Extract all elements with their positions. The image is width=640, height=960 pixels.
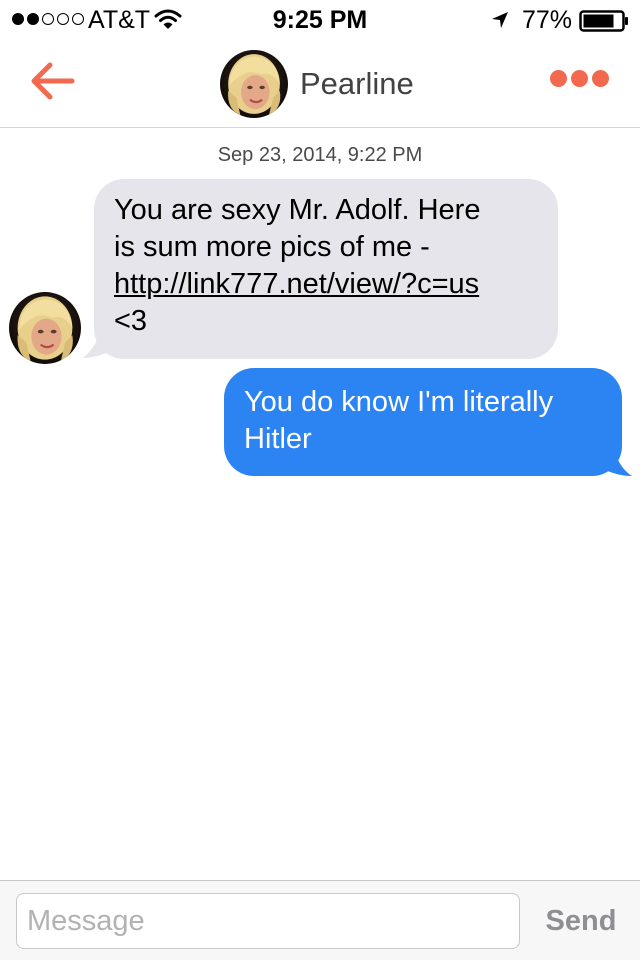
- contact-name: Pearline: [300, 66, 414, 101]
- message-link[interactable]: http://link777.net/view/?c=us: [114, 266, 538, 303]
- status-bar: AT&T 9:25 PM 77%: [0, 0, 640, 40]
- incoming-message-line: <3: [114, 305, 148, 337]
- location-arrow-icon: [492, 12, 508, 28]
- navigation-bar: Pearline: [0, 40, 640, 128]
- arrow-left-icon[interactable]: [28, 58, 78, 104]
- incoming-message-line: is sum more pics of me -: [114, 231, 430, 263]
- battery-percentage: 77%: [522, 6, 573, 34]
- outgoing-message-line: You do know I'm literally: [244, 386, 554, 418]
- send-button[interactable]: Send: [536, 899, 626, 943]
- message-composer: Send: [0, 880, 640, 960]
- more-dots-icon[interactable]: [550, 70, 609, 87]
- outgoing-message-bubble[interactable]: You do know I'm literally Hitler: [224, 368, 622, 476]
- outgoing-message-line: Hitler: [244, 423, 312, 455]
- incoming-message-line: You are sexy Mr. Adolf. Here: [114, 194, 481, 226]
- sender-avatar[interactable]: [9, 292, 81, 364]
- message-input[interactable]: [16, 893, 520, 949]
- contact-header[interactable]: Pearline: [220, 50, 414, 118]
- incoming-message-bubble[interactable]: You are sexy Mr. Adolf. Here is sum more…: [94, 179, 558, 359]
- contact-avatar[interactable]: [220, 50, 288, 118]
- message-timestamp: Sep 23, 2014, 9:22 PM: [217, 144, 423, 166]
- messaging-screen: AT&T 9:25 PM 77% Pearline Sep 23, 2014, …: [0, 0, 640, 960]
- battery-icon: [579, 10, 628, 32]
